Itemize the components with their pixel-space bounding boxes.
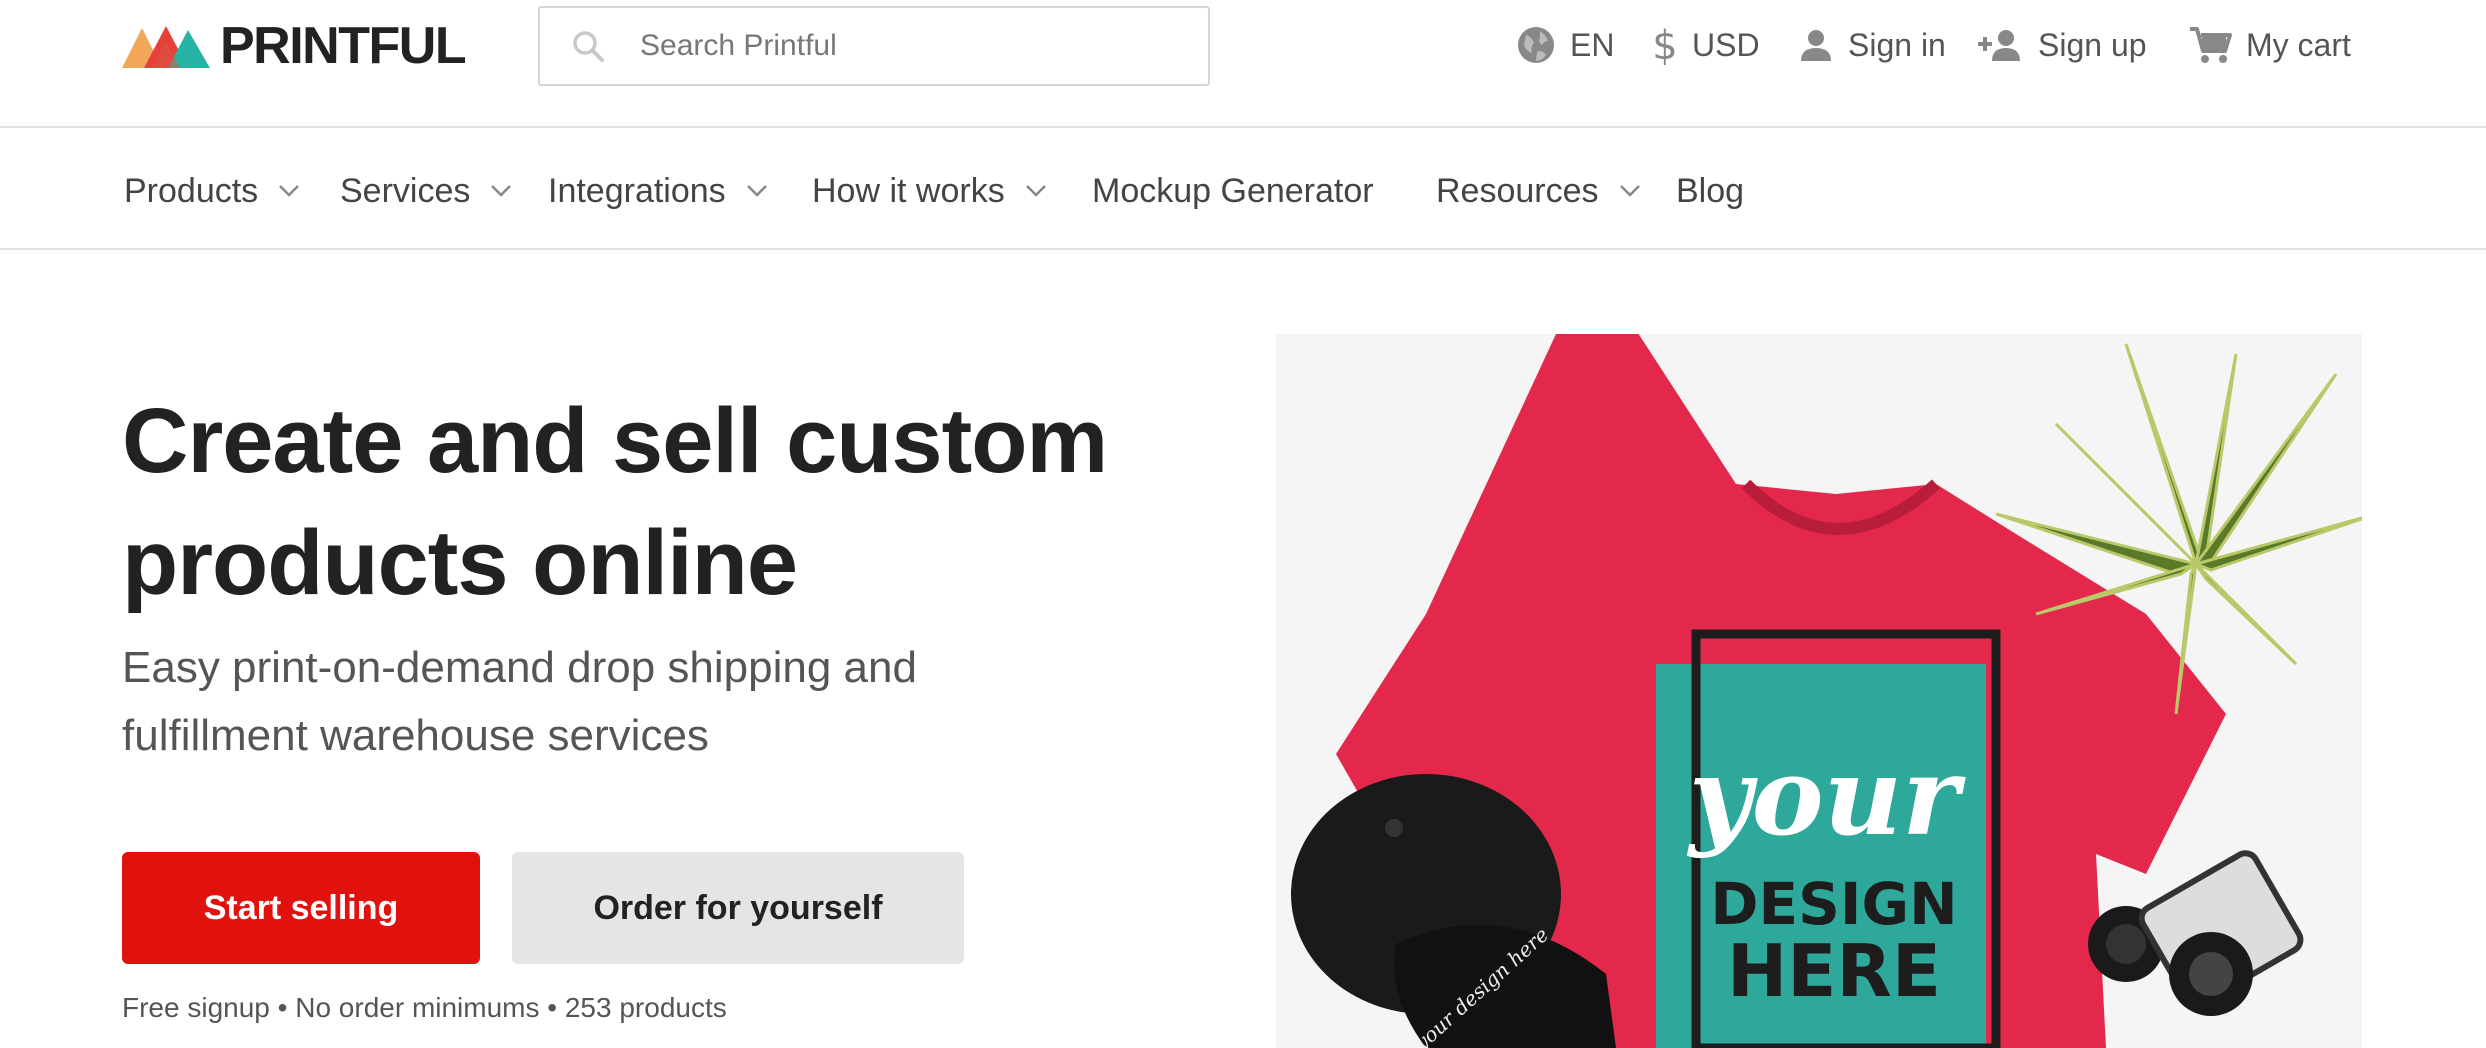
design-panel: your DESIGN HERE <box>1656 629 2001 1048</box>
nav-item-label: Services <box>340 171 471 210</box>
hero-title-line-1: Create and sell custom <box>122 390 1108 492</box>
nav-item-services[interactable]: Services <box>340 166 512 216</box>
add-user-icon <box>1978 30 2020 61</box>
nav-item-label: Blog <box>1676 171 1745 210</box>
chevron-down-icon <box>1025 185 1046 197</box>
cart-link[interactable]: My cart <box>2188 20 2351 70</box>
sign-in-link[interactable]: Sign in <box>1798 20 1946 70</box>
hero-title: Create and sell custom products online <box>122 380 1222 624</box>
language-label: EN <box>1570 26 1615 63</box>
design-line-2-text: HERE <box>1727 929 1941 1013</box>
search-input[interactable] <box>640 29 1180 63</box>
chevron-down-icon <box>491 185 512 197</box>
nav-item-products[interactable]: Products <box>124 166 300 216</box>
hero-subtitle: Easy print-on-demand drop shipping and f… <box>122 634 1122 770</box>
nav-item-mockup-generator[interactable]: Mockup Generator <box>1092 166 1374 216</box>
nav-item-integrations[interactable]: Integrations <box>548 166 768 216</box>
svg-text:$: $ <box>1652 23 1677 67</box>
start-selling-button[interactable]: Start selling <box>122 852 480 964</box>
globe-icon <box>1518 27 1554 63</box>
logo-mark-icon <box>122 26 210 68</box>
nav-item-label: How it works <box>812 171 1005 210</box>
chevron-down-icon <box>279 185 300 197</box>
hero-title-line-2: products online <box>122 512 798 614</box>
cart-icon <box>2190 27 2232 63</box>
sign-up-link[interactable]: Sign up <box>1976 20 2147 70</box>
nav-item-resources[interactable]: Resources <box>1436 166 1641 216</box>
printful-logo[interactable]: PRINTFUL <box>122 17 467 75</box>
order-for-yourself-button[interactable]: Order for yourself <box>512 852 964 964</box>
hero-subtitle-line-1: Easy print-on-demand drop shipping and <box>122 643 917 692</box>
dollar-icon: $ <box>1652 23 1677 67</box>
hero-fineprint: Free signup • No order minimums • 253 pr… <box>122 992 727 1023</box>
chevron-down-icon <box>746 185 767 197</box>
nav-item-blog[interactable]: Blog <box>1676 166 1744 216</box>
hero-illustration: your DESIGN HERE your design here <box>1291 334 2362 1048</box>
nav-item-label: Resources <box>1436 171 1599 210</box>
nav-item-label: Mockup Generator <box>1092 171 1374 210</box>
search-box[interactable] <box>538 6 1210 86</box>
camera-illustration <box>2088 850 2304 1016</box>
sign-in-label: Sign in <box>1848 26 1946 63</box>
currency-label: USD <box>1692 26 1760 63</box>
hero-subtitle-line-2: fulfillment warehouse services <box>122 711 709 760</box>
top-bar: PRINTFUL EN $ USD Sign in <box>0 0 2486 128</box>
cart-label: My cart <box>2246 26 2351 63</box>
chevron-down-icon <box>1619 185 1640 197</box>
sign-up-label: Sign up <box>2038 26 2147 63</box>
nav-item-label: Integrations <box>548 171 726 210</box>
hero-product-image: your DESIGN HERE your design here <box>1276 334 2362 1048</box>
design-line-1-text: DESIGN <box>1710 870 1957 938</box>
language-selector[interactable]: EN <box>1516 20 1614 70</box>
nav-item-label: Products <box>124 171 259 210</box>
currency-selector[interactable]: $ USD <box>1652 20 1760 70</box>
user-icon <box>1801 30 1831 61</box>
nav-item-how-it-works[interactable]: How it works <box>812 166 1047 216</box>
search-icon <box>573 31 604 62</box>
main-nav: Products Services Integrations How it wo… <box>0 130 2486 250</box>
logo-wordmark: PRINTFUL <box>220 17 467 75</box>
design-script-text: your <box>1687 734 1966 860</box>
